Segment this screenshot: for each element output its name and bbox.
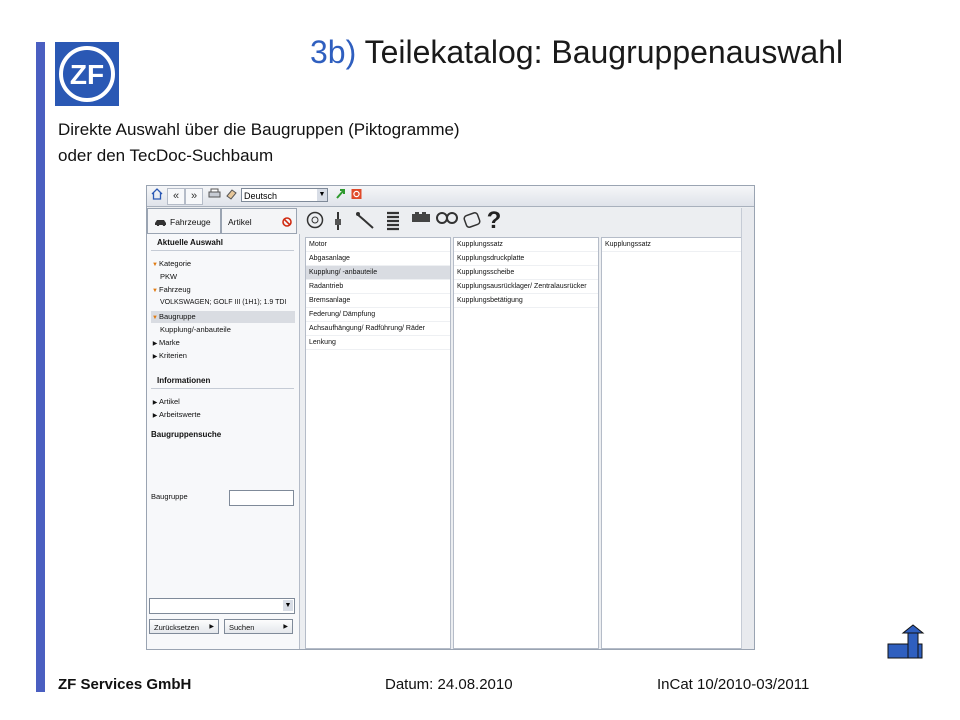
language-select[interactable]: Deutsch ▼ bbox=[241, 188, 328, 202]
assembly-item[interactable]: Achsaufhängung/ Radführung/ Räder bbox=[306, 322, 450, 336]
tab-articles[interactable]: Artikel bbox=[221, 208, 297, 234]
subtitle-line-1: Direkte Auswahl über die Baugruppen (Pik… bbox=[58, 120, 460, 139]
tree-item-assembly[interactable]: ▼Baugruppe bbox=[151, 311, 295, 323]
footer-company: ZF Services GmbH bbox=[58, 676, 192, 693]
info-item-labor-values[interactable]: ▶ Arbeitswerte bbox=[151, 409, 295, 421]
language-value: Deutsch bbox=[244, 191, 278, 201]
chevron-down-icon: ▼ bbox=[152, 262, 158, 268]
tree-item-vehicle-model[interactable]: VOLKSWAGEN; GOLF III (1H1); 1.9 TDI bbox=[151, 297, 295, 309]
title-text: Teilekatalog: Baugruppenauswahl bbox=[364, 34, 844, 70]
reset-button[interactable]: Zurücksetzen ▶ bbox=[149, 619, 219, 634]
clutch-icon[interactable] bbox=[435, 211, 459, 231]
chevron-right-icon: ▶ bbox=[152, 413, 158, 419]
print-icon[interactable] bbox=[207, 188, 221, 203]
left-panel: Aktuelle Auswahl ▼Kategorie PKW ▼Fahrzeu… bbox=[147, 234, 300, 649]
page-title: 3b) Teilekatalog: Baugruppenauswahl bbox=[310, 34, 843, 71]
tree-item-clutch[interactable]: Kupplung/-anbauteile bbox=[151, 324, 295, 336]
chevron-down-icon: ▼ bbox=[152, 288, 158, 294]
footer-version: InCat 10/2010-03/2011 bbox=[657, 676, 810, 693]
assembly-search-input[interactable] bbox=[229, 490, 294, 506]
chevron-right-icon: ▶ bbox=[152, 400, 158, 406]
assembly-item[interactable]: Abgasanlage bbox=[306, 252, 450, 266]
assembly-item[interactable]: Kupplungsdruckplatte bbox=[454, 252, 598, 266]
assembly-item[interactable]: Kupplungsausrücklager/ Zentralausrücker bbox=[454, 280, 598, 294]
assembly-item[interactable]: Bremsanlage bbox=[306, 294, 450, 308]
search-button[interactable]: Suchen ▶ bbox=[224, 619, 293, 634]
tree-item-vehicle[interactable]: ▼Fahrzeug bbox=[151, 284, 295, 296]
divider bbox=[151, 388, 294, 389]
title-number: 3b) bbox=[310, 34, 357, 70]
no-entry-icon bbox=[282, 217, 292, 227]
exit-icon[interactable] bbox=[350, 188, 362, 203]
assembly-item[interactable]: Lenkung bbox=[306, 336, 450, 350]
left-accent-bar bbox=[36, 42, 45, 692]
back-button[interactable]: « bbox=[167, 188, 185, 205]
assembly-item[interactable]: Federung/ Dämpfung bbox=[306, 308, 450, 322]
brake-disc-icon[interactable] bbox=[305, 211, 325, 231]
catalog-app-window: « » Deutsch ▼ Fahrzeuge Artikel Aktuelle… bbox=[146, 185, 755, 650]
subtitle-line-2: oder den TecDoc-Suchbaum bbox=[58, 146, 274, 165]
assembly-item[interactable]: Kupplungsbetätigung bbox=[454, 294, 598, 308]
back-arrow-icon[interactable] bbox=[887, 624, 925, 660]
pictogram-bar: ? bbox=[301, 208, 751, 234]
home-icon[interactable] bbox=[150, 188, 163, 203]
current-selection-heading: Aktuelle Auswahl bbox=[157, 238, 223, 247]
search-button-label: Suchen bbox=[229, 623, 255, 632]
app-toolbar: « » Deutsch ▼ bbox=[147, 186, 754, 207]
info-item-articles[interactable]: ▶ Artikel bbox=[151, 396, 295, 408]
chevron-down-icon: ▼ bbox=[152, 315, 158, 321]
assembly-search-heading: Baugruppensuche bbox=[151, 430, 222, 439]
steering-icon[interactable] bbox=[353, 211, 377, 231]
assembly-item[interactable]: Kupplung/ -anbauteile bbox=[306, 266, 450, 280]
help-icon[interactable]: ? bbox=[485, 209, 503, 233]
assembly-item[interactable]: Kupplungsscheibe bbox=[454, 266, 598, 280]
divider bbox=[151, 250, 294, 251]
chevron-right-icon: ▶ bbox=[209, 624, 214, 630]
car-icon bbox=[155, 220, 166, 226]
assembly-item[interactable]: Kupplungssatz bbox=[454, 238, 598, 252]
info-heading: Informationen bbox=[157, 376, 211, 385]
eraser-icon[interactable] bbox=[224, 188, 238, 203]
chevron-down-icon: ▼ bbox=[317, 189, 327, 201]
assembly-column-1: Motor Abgasanlage Kupplung/ -anbauteile Rad… bbox=[305, 237, 451, 649]
footer-date: Datum: 24.08.2010 bbox=[385, 676, 513, 693]
chevron-right-icon: ▶ bbox=[283, 624, 288, 630]
tab-vehicles-label: Fahrzeuge bbox=[170, 217, 211, 227]
spring-icon[interactable] bbox=[383, 211, 403, 231]
tab-vehicles[interactable]: Fahrzeuge bbox=[147, 208, 221, 234]
tree-item-criteria[interactable]: ▶ Kriterien bbox=[151, 350, 295, 362]
vertical-scrollbar[interactable] bbox=[741, 208, 754, 649]
chevron-right-icon: ▶ bbox=[152, 354, 158, 360]
refresh-icon[interactable] bbox=[334, 188, 346, 203]
engine-icon[interactable] bbox=[409, 211, 433, 231]
tree-item-pkw[interactable]: PKW bbox=[151, 271, 295, 283]
assembly-item[interactable]: Kupplungssatz bbox=[602, 238, 747, 252]
reset-button-label: Zurücksetzen bbox=[154, 623, 200, 632]
forward-button[interactable]: » bbox=[185, 188, 203, 205]
assembly-item[interactable]: Radantrieb bbox=[306, 280, 450, 294]
tree-item-brand[interactable]: ▶ Marke bbox=[151, 337, 295, 349]
tab-strip: Fahrzeuge Artikel bbox=[147, 208, 297, 234]
shock-absorber-icon[interactable] bbox=[331, 211, 345, 231]
chevron-right-icon: ▶ bbox=[152, 341, 158, 347]
zf-logo: ZF bbox=[55, 42, 119, 106]
tab-articles-label: Artikel bbox=[228, 217, 252, 227]
assembly-item[interactable]: Motor bbox=[306, 238, 450, 252]
chevron-down-icon: ▼ bbox=[283, 600, 293, 611]
assembly-column-2: Kupplungssatz Kupplungsdruckplatte Kupplun… bbox=[453, 237, 599, 649]
filter-select[interactable]: ▼ bbox=[149, 598, 295, 614]
tree-item-category[interactable]: ▼Kategorie bbox=[151, 258, 295, 270]
filter-icon[interactable] bbox=[461, 211, 483, 231]
logo-text: ZF bbox=[70, 59, 104, 90]
assembly-column-3: Kupplungssatz bbox=[601, 237, 748, 649]
